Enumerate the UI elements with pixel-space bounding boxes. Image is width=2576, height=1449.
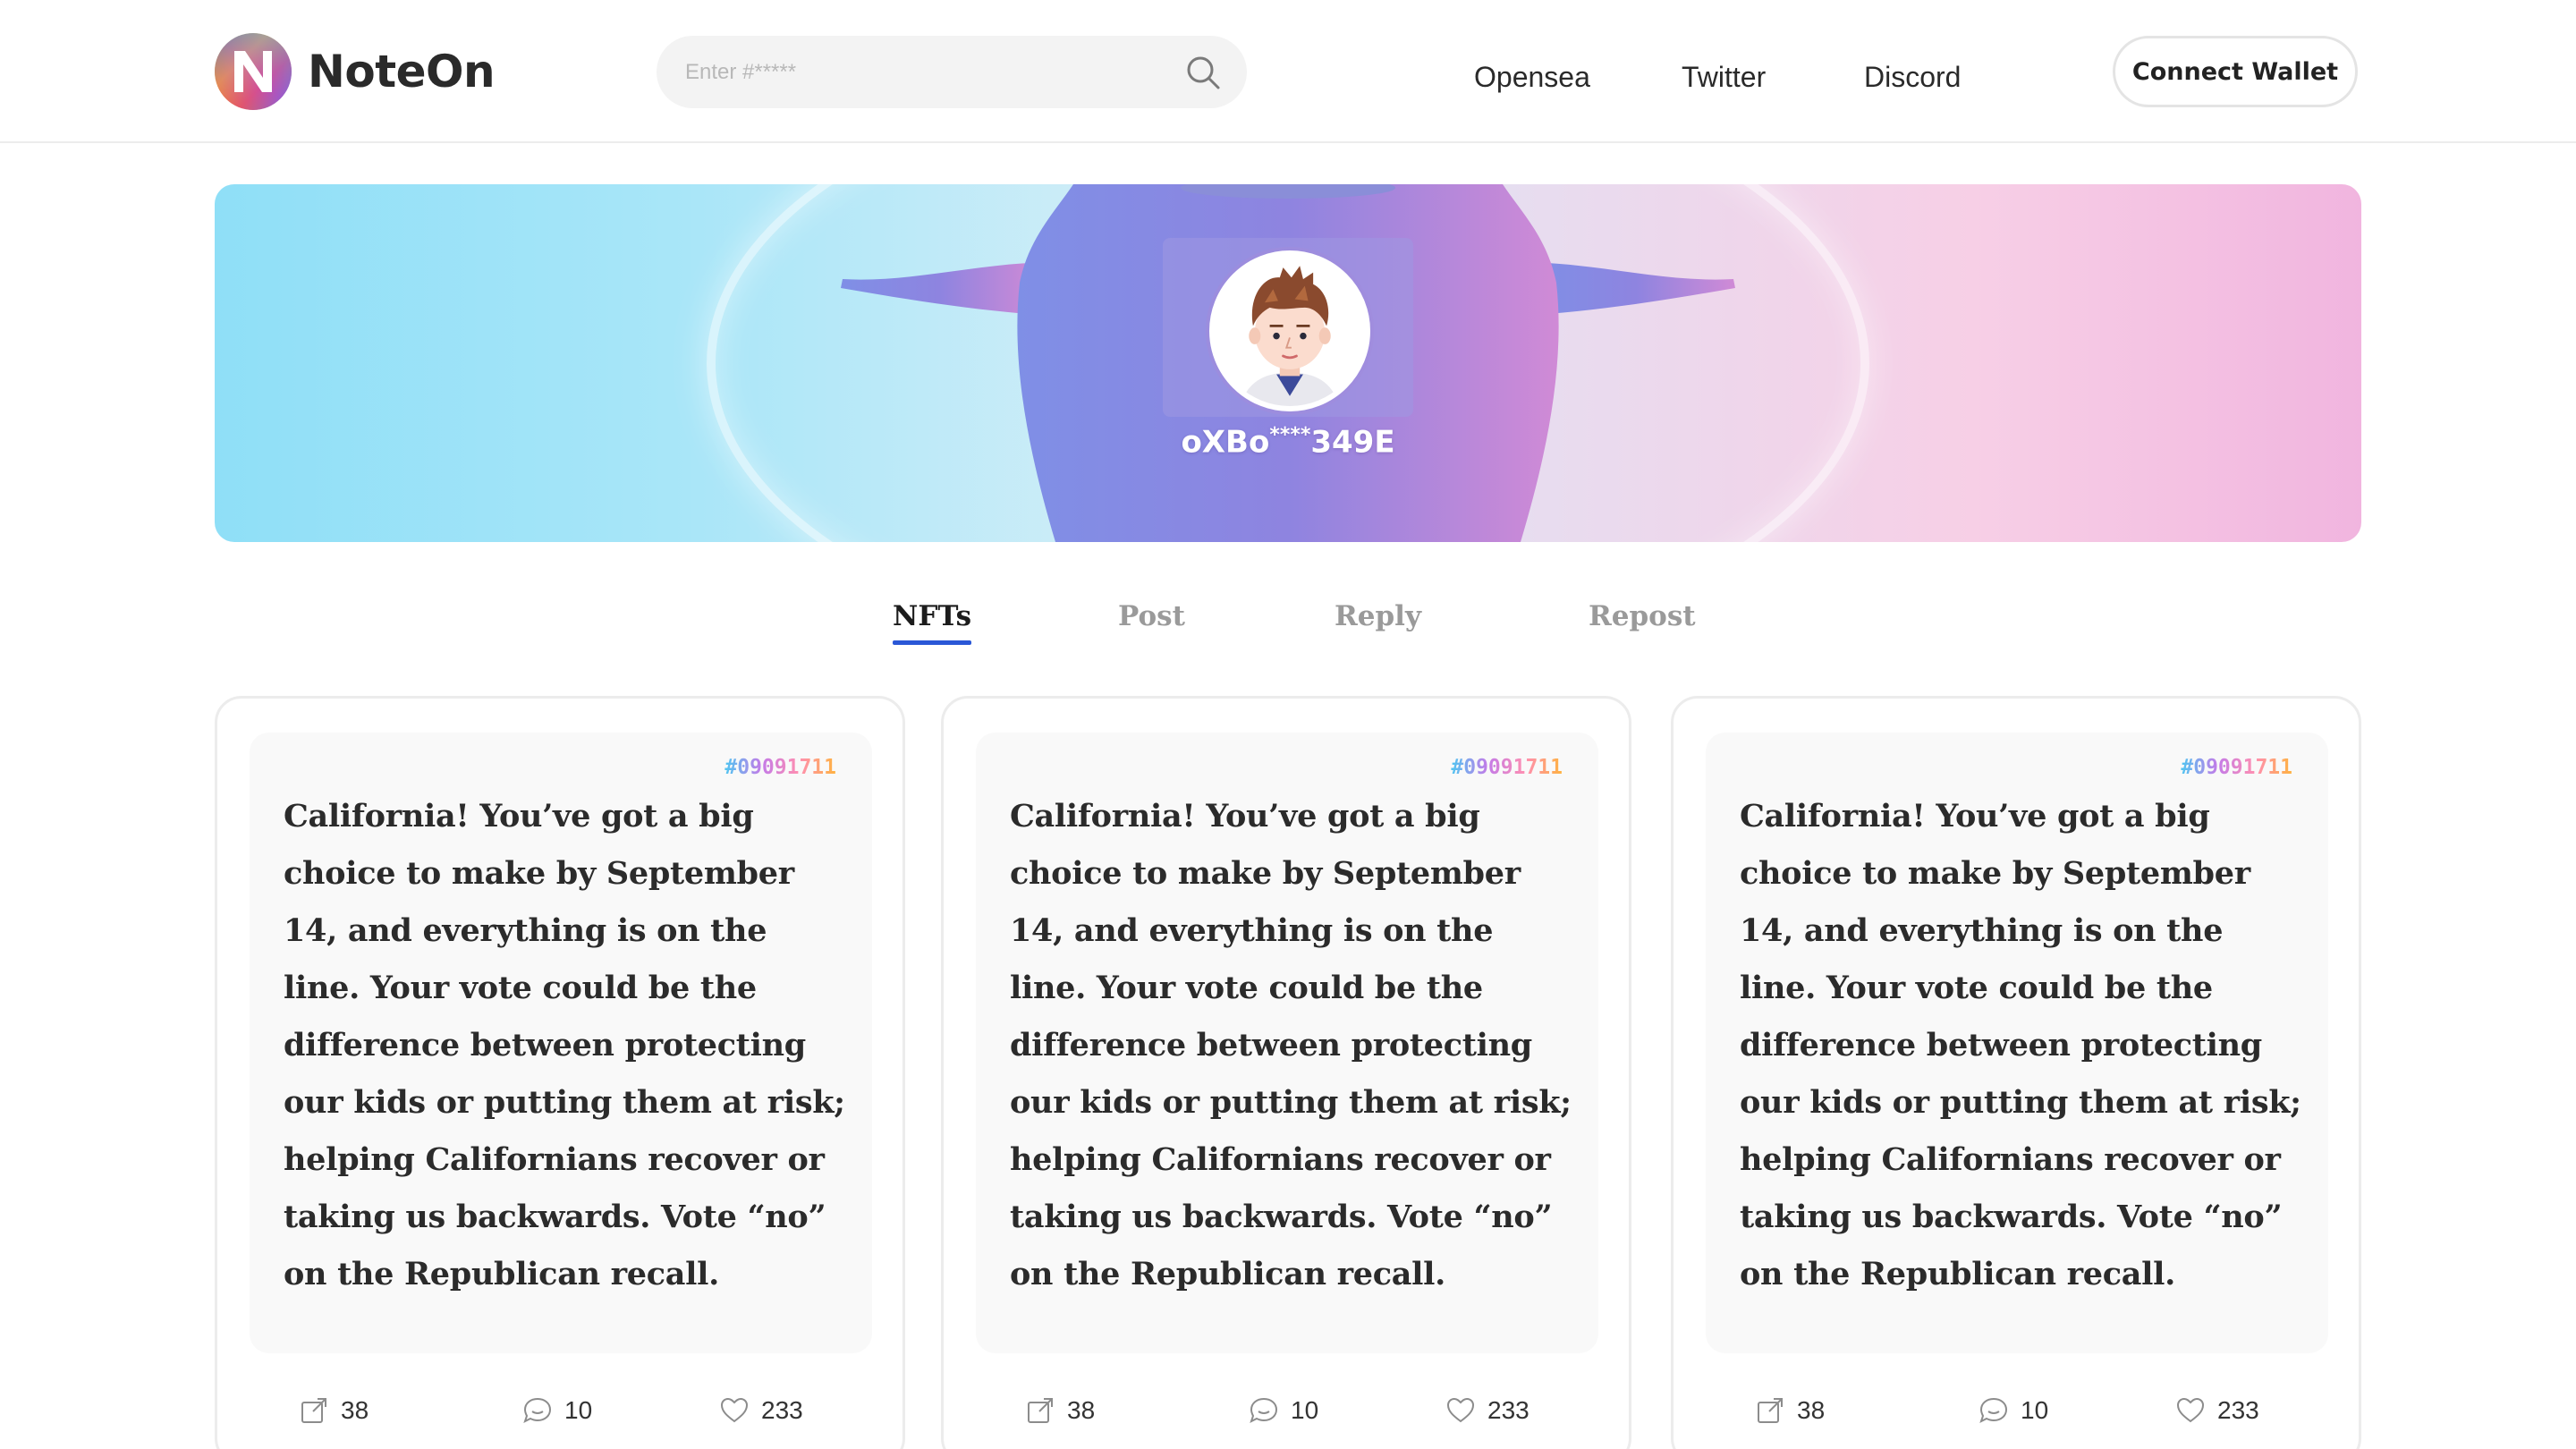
share-icon (301, 1398, 326, 1423)
nft-card-content: #09091711 California! You’ve got a big c… (976, 733, 1598, 1353)
tab-reply[interactable]: Reply (1335, 599, 1421, 633)
like-button[interactable]: 233 (718, 1394, 803, 1427)
like-count: 233 (761, 1396, 803, 1424)
nft-tag[interactable]: #09091711 (724, 756, 836, 779)
card-stats: 38 10 233 (1674, 1394, 2364, 1430)
active-tab-indicator (893, 640, 972, 645)
nft-card[interactable]: #09091711 California! You’ve got a big c… (1671, 696, 2361, 1449)
comment-icon (1250, 1397, 1278, 1423)
share-count: 38 (1797, 1396, 1826, 1424)
comment-icon (1979, 1397, 2008, 1423)
like-button[interactable]: 233 (2174, 1394, 2259, 1427)
connect-wallet-button[interactable]: Connect Wallet (2113, 36, 2358, 107)
nft-tag[interactable]: #09091711 (2181, 756, 2292, 779)
profile-avatar[interactable] (1209, 250, 1370, 411)
comment-button[interactable]: 10 (1248, 1394, 1318, 1427)
comment-icon (523, 1397, 552, 1423)
share-count: 38 (1067, 1396, 1096, 1424)
share-button[interactable]: 38 (1024, 1394, 1095, 1427)
search-input[interactable] (685, 36, 1168, 108)
nft-card-text: California! You’ve got a big choice to m… (1010, 798, 1572, 1292)
share-button[interactable]: 38 (298, 1394, 369, 1427)
comment-count: 10 (2021, 1396, 2049, 1424)
like-count: 233 (2217, 1396, 2259, 1424)
heart-icon (2176, 1397, 2205, 1423)
noteon-logo-icon (215, 33, 292, 110)
brand-logo[interactable]: NoteOn (215, 33, 496, 110)
nft-card[interactable]: #09091711 California! You’ve got a big c… (215, 696, 905, 1449)
nft-card-content: #09091711 California! You’ve got a big c… (1706, 733, 2328, 1353)
tab-repost[interactable]: Repost (1589, 599, 1696, 633)
card-stats: 38 10 233 (944, 1394, 1634, 1430)
share-count: 38 (341, 1396, 369, 1424)
tab-nfts[interactable]: NFTs (893, 599, 972, 645)
share-icon (1758, 1398, 1783, 1423)
nav-link-discord[interactable]: Discord (1864, 59, 1961, 95)
heart-icon (1446, 1397, 1475, 1423)
like-button[interactable]: 233 (1445, 1394, 1530, 1427)
share-icon (1028, 1398, 1053, 1423)
comment-button[interactable]: 10 (1978, 1394, 2048, 1427)
profile-banner: oXBo****349E (215, 184, 2361, 542)
search-icon[interactable] (1182, 52, 1224, 93)
card-stats: 38 10 233 (217, 1394, 908, 1430)
nav-link-twitter[interactable]: Twitter (1682, 59, 1766, 95)
search-bar (657, 36, 1247, 108)
share-button[interactable]: 38 (1754, 1394, 1825, 1427)
nft-tag[interactable]: #09091711 (1451, 756, 1563, 779)
like-count: 233 (1487, 1396, 1530, 1424)
nav-link-opensea[interactable]: Opensea (1474, 59, 1590, 95)
nft-card[interactable]: #09091711 California! You’ve got a big c… (941, 696, 1631, 1449)
nft-card-text: California! You’ve got a big choice to m… (284, 798, 845, 1292)
comment-count: 10 (564, 1396, 593, 1424)
top-navbar: NoteOn Opensea Twitter Discord Connect W… (0, 0, 2576, 143)
heart-icon (720, 1397, 749, 1423)
comment-button[interactable]: 10 (521, 1394, 592, 1427)
wallet-address: oXBo****349E (1181, 424, 1395, 461)
brand-name: NoteOn (308, 46, 496, 97)
nft-card-content: #09091711 California! You’ve got a big c… (250, 733, 872, 1353)
avatar-icon (1215, 256, 1365, 406)
comment-count: 10 (1291, 1396, 1319, 1424)
nft-card-text: California! You’ve got a big choice to m… (1740, 798, 2301, 1292)
tab-post[interactable]: Post (1118, 599, 1185, 633)
profile-tabs: NFTs Post Reply Repost (0, 599, 2576, 653)
